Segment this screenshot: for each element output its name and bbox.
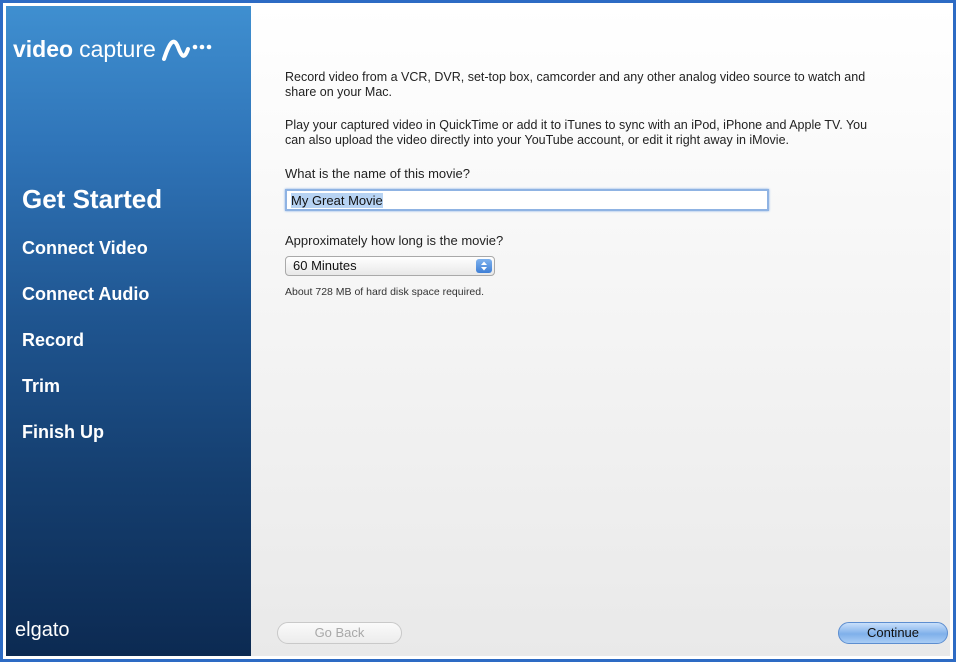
content-area: Record video from a VCR, DVR, set-top bo… [285,70,875,300]
movie-name-value: My Great Movie [291,193,383,208]
main-panel: Record video from a VCR, DVR, set-top bo… [251,6,950,656]
step-connect-audio[interactable]: Connect Audio [22,282,162,328]
movie-name-label: What is the name of this movie? [285,166,470,181]
logo-brand-light: capture [79,36,156,62]
app-logo: video capture [13,36,218,63]
step-get-started[interactable]: Get Started [22,184,162,236]
sidebar: video capture Get Started Connect Video … [6,6,251,656]
intro-paragraph-2: Play your captured video in QuickTime or… [285,118,868,147]
waveform-icon [161,39,212,61]
step-list: Get Started Connect Video Connect Audio … [22,184,162,466]
step-record[interactable]: Record [22,328,162,374]
movie-length-value: 60 Minutes [293,258,357,273]
app-window: video capture Get Started Connect Video … [6,6,950,656]
intro-paragraph-1: Record video from a VCR, DVR, set-top bo… [285,70,866,99]
app-window-frame: video capture Get Started Connect Video … [0,0,956,662]
step-finish-up[interactable]: Finish Up [22,420,162,466]
vendor-logo: elgato [15,619,70,641]
movie-length-label: Approximately how long is the movie? [285,233,504,248]
step-connect-video[interactable]: Connect Video [22,236,162,282]
movie-length-select[interactable]: 60 Minutes [285,256,495,276]
disk-space-hint: About 728 MB of hard disk space required… [285,286,485,298]
logo-brand-bold: video [13,36,74,62]
movie-name-input[interactable]: My Great Movie [285,189,769,211]
step-trim[interactable]: Trim [22,374,162,420]
select-arrows-icon [476,259,492,273]
go-back-button[interactable]: Go Back [277,622,402,644]
continue-button[interactable]: Continue [838,622,948,644]
